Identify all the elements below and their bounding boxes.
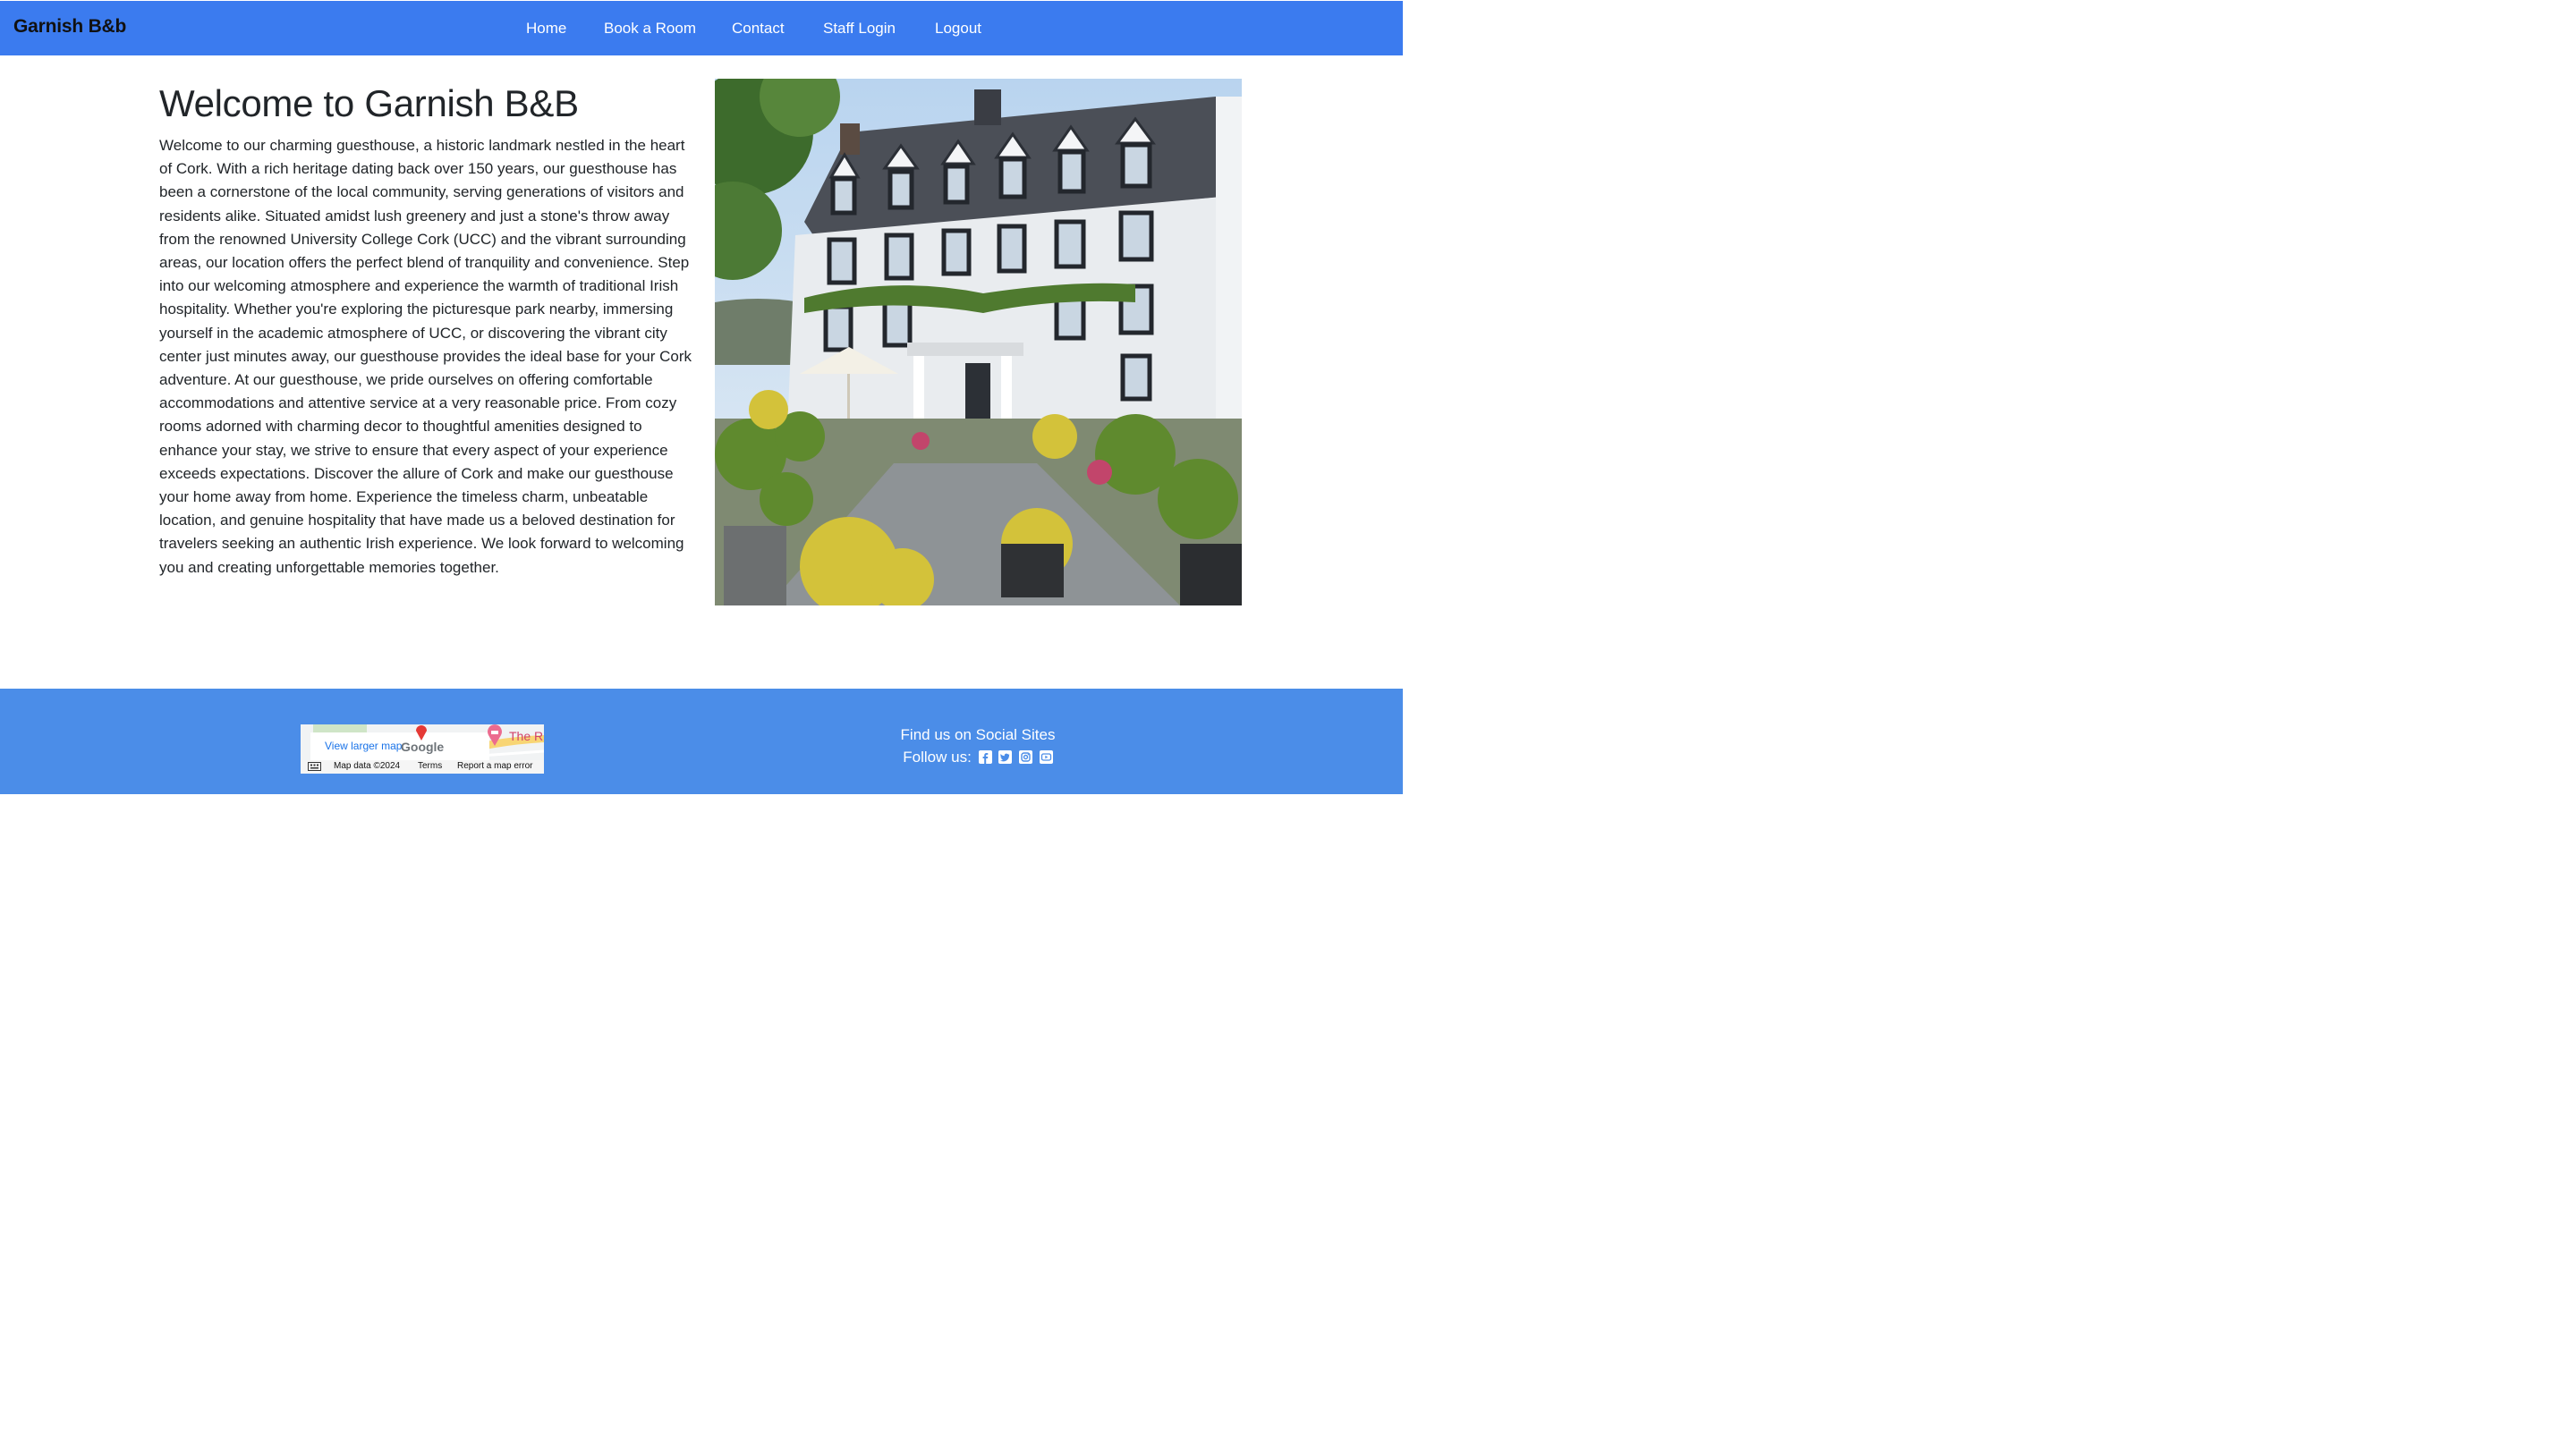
nav-logout[interactable]: Logout <box>935 20 981 38</box>
view-larger-map-link[interactable]: View larger map <box>325 740 402 752</box>
guesthouse-photo <box>715 79 1242 605</box>
social-heading: Find us on Social Sites <box>900 726 1056 743</box>
map-place-label: The R <box>509 729 544 743</box>
nav-book-a-room[interactable]: Book a Room <box>604 20 696 38</box>
map-terms-link[interactable]: Terms <box>418 761 442 771</box>
report-map-error-link[interactable]: Report a map error <box>457 761 532 771</box>
instagram-icon[interactable] <box>1019 750 1032 764</box>
map-attribution-bar: Map data ©2024 Terms Report a map error <box>301 760 544 774</box>
youtube-icon[interactable] <box>1039 750 1053 764</box>
facebook-icon[interactable] <box>978 750 992 764</box>
nav-contact[interactable]: Contact <box>732 20 785 38</box>
keyboard-icon[interactable] <box>308 762 321 774</box>
intro-paragraph: Welcome to our charming guesthouse, a hi… <box>159 137 692 576</box>
brand-logo-link[interactable]: Garnish B&b <box>13 16 126 38</box>
footer: View larger map Google The R Map data ©2… <box>0 689 1403 794</box>
twitter-icon[interactable] <box>998 750 1013 764</box>
hotel-marker-icon <box>487 724 503 746</box>
page-title: Welcome to Garnish B&B <box>159 82 579 124</box>
map-embed[interactable]: View larger map Google The R Map data ©2… <box>301 724 544 774</box>
map-pin-icon <box>415 724 428 741</box>
nav-staff-login[interactable]: Staff Login <box>823 20 896 38</box>
nav-home[interactable]: Home <box>526 20 566 38</box>
map-data-label: Map data ©2024 <box>334 761 401 771</box>
follow-us-row: Follow us: <box>886 749 1070 766</box>
google-logo: Google <box>401 740 445 754</box>
navbar: Garnish B&b Home Book a Room Contact Sta… <box>0 1 1403 55</box>
follow-us-label: Follow us: <box>903 749 972 766</box>
social-section: Find us on Social Sites Follow us: <box>886 726 1070 766</box>
